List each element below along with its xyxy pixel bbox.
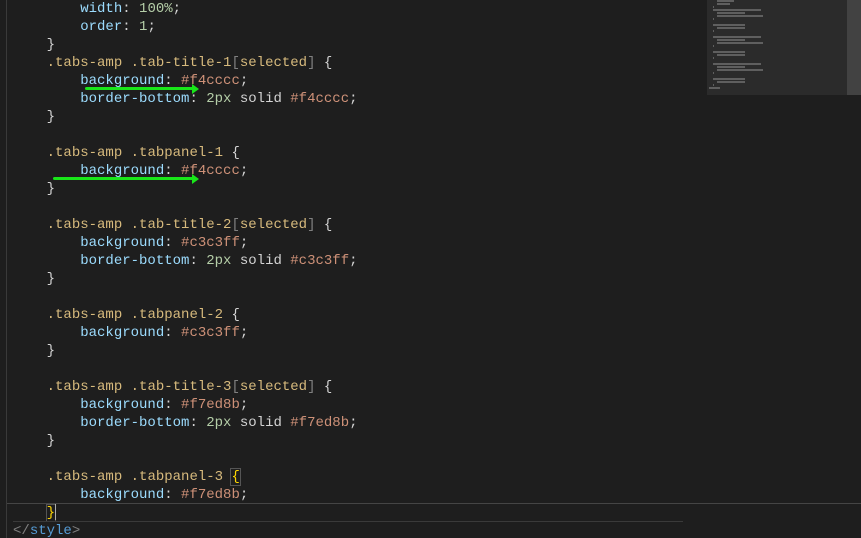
code-line[interactable]: border-bottom: 2px solid #f7ed8b; (13, 414, 683, 432)
annotation-underline (85, 87, 195, 90)
code-line[interactable]: } (13, 342, 683, 360)
code-line[interactable]: .tabs-amp .tab-title-3[selected] { (13, 378, 683, 396)
minimap-viewport[interactable] (707, 0, 847, 95)
code-line[interactable]: background: #c3c3ff; (13, 324, 683, 342)
code-line[interactable]: border-bottom: 2px solid #f4cccc; (13, 90, 683, 108)
code-line[interactable]: } (13, 432, 683, 450)
code-line[interactable] (13, 450, 683, 468)
minimap[interactable] (707, 0, 847, 538)
code-line[interactable]: background: #f7ed8b; (13, 396, 683, 414)
code-line[interactable]: .tabs-amp .tabpanel-1 { (13, 144, 683, 162)
annotation-underline (53, 177, 195, 180)
code-lines[interactable]: width: 100%; order: 1; } .tabs-amp .tab-… (13, 0, 683, 538)
code-line[interactable]: border-bottom: 2px solid #c3c3ff; (13, 252, 683, 270)
vertical-scrollbar[interactable] (847, 0, 861, 538)
code-line[interactable] (13, 198, 683, 216)
code-line[interactable] (13, 360, 683, 378)
code-line[interactable]: } (13, 270, 683, 288)
code-line[interactable]: } (13, 36, 683, 54)
code-editor[interactable]: width: 100%; order: 1; } .tabs-amp .tab-… (6, 0, 861, 538)
code-line[interactable]: .tabs-amp .tabpanel-3 { (13, 468, 683, 486)
scrollbar-thumb[interactable] (847, 0, 861, 95)
code-line[interactable]: </style> (13, 522, 683, 538)
code-line[interactable]: .tabs-amp .tab-title-2[selected] { (13, 216, 683, 234)
code-line[interactable]: } (13, 108, 683, 126)
code-line[interactable]: background: #f7ed8b; (13, 486, 683, 504)
code-line[interactable]: width: 100%; (13, 0, 683, 18)
text-cursor (55, 504, 56, 520)
code-line[interactable]: .tabs-amp .tab-title-1[selected] { (13, 54, 683, 72)
code-line[interactable]: } (13, 504, 683, 522)
code-line[interactable]: } (13, 180, 683, 198)
code-line[interactable]: background: #c3c3ff; (13, 234, 683, 252)
code-line[interactable] (13, 288, 683, 306)
editor-divider (7, 503, 861, 504)
code-line[interactable] (13, 126, 683, 144)
code-line[interactable]: order: 1; (13, 18, 683, 36)
code-line[interactable]: .tabs-amp .tabpanel-2 { (13, 306, 683, 324)
